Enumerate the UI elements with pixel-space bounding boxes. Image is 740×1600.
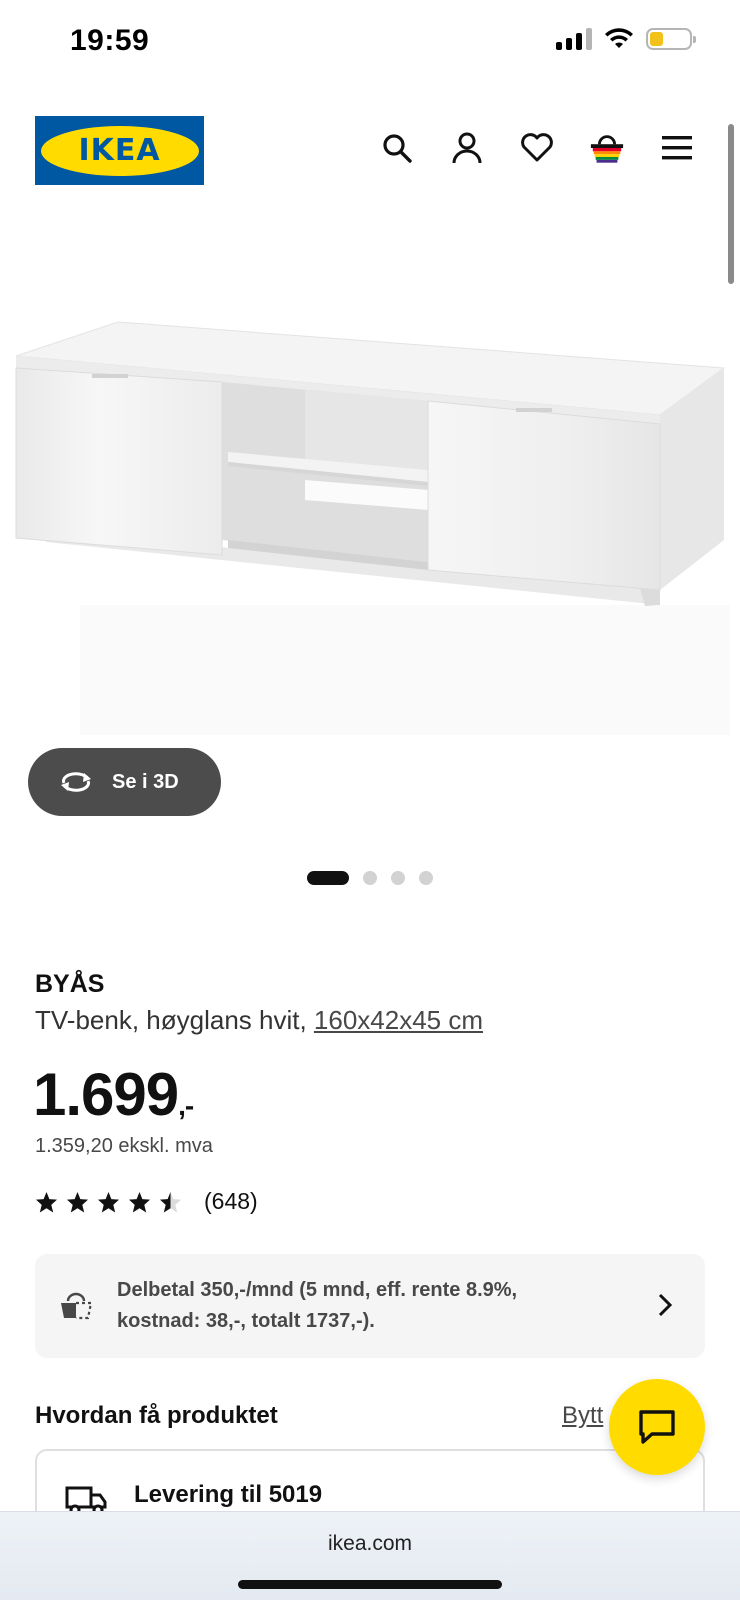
product-name: BYÅS (35, 970, 105, 998)
chat-icon (639, 1410, 675, 1444)
star-icon (66, 1191, 89, 1213)
product-image[interactable] (0, 210, 740, 740)
star-icon (128, 1191, 151, 1213)
product-price: 1.699,- (33, 1060, 194, 1129)
star-icon (35, 1191, 58, 1213)
site-header: IKEA (35, 116, 695, 186)
product-dimensions-link[interactable]: 160x42x45 cm (314, 1005, 483, 1035)
change-location-link[interactable]: Bytt (562, 1402, 603, 1430)
carousel-dot[interactable] (391, 871, 405, 885)
product-description: TV-benk, høyglans hvit, 160x42x45 cm (35, 1005, 483, 1036)
review-count: (648) (204, 1188, 258, 1214)
battery-icon (646, 28, 696, 50)
logo-text: IKEA (78, 133, 161, 168)
browser-address-bar: ikea.com (0, 1511, 740, 1600)
ikea-logo[interactable]: IKEA (35, 116, 204, 185)
chevron-right-icon (658, 1293, 673, 1317)
view-3d-button[interactable]: Se i 3D (28, 748, 221, 816)
carousel-dot[interactable] (307, 871, 349, 885)
product-type: TV-benk, høyglans hvit, (35, 1005, 314, 1035)
chat-button[interactable] (609, 1379, 705, 1475)
carousel-dot[interactable] (419, 871, 433, 885)
view-3d-label: Se i 3D (112, 770, 179, 793)
carousel-dot[interactable] (363, 871, 377, 885)
status-time: 19:59 (70, 24, 150, 57)
delivery-title: Levering til 5019 (134, 1481, 323, 1508)
installment-basket-icon (61, 1292, 93, 1320)
heart-icon[interactable] (519, 130, 555, 166)
status-icons (556, 28, 696, 50)
price-suffix: ,- (178, 1090, 194, 1121)
search-icon[interactable] (379, 130, 415, 166)
delivery-heading: Hvordan få produktet (35, 1402, 278, 1429)
status-bar: 19:59 (0, 0, 740, 84)
star-icon (97, 1191, 120, 1213)
account-icon[interactable] (449, 130, 485, 166)
header-nav (379, 130, 695, 166)
product-rating[interactable]: (648) (35, 1188, 258, 1215)
price-value: 1.699 (33, 1061, 179, 1128)
wifi-icon (605, 28, 633, 48)
menu-icon[interactable] (659, 130, 695, 166)
rating-stars (35, 1191, 182, 1213)
price-ex-vat: 1.359,20 ekskl. mva (35, 1135, 213, 1157)
half-star-icon (159, 1191, 182, 1213)
url-text[interactable]: ikea.com (0, 1532, 740, 1556)
financing-text: Delbetal 350,-/mnd (5 mnd, eff. rente 8.… (117, 1279, 518, 1332)
financing-banner[interactable]: Delbetal 350,-/mnd (5 mnd, eff. rente 8.… (35, 1254, 705, 1358)
home-indicator[interactable] (238, 1580, 502, 1589)
rotate-3d-icon (61, 772, 91, 792)
basket-icon[interactable] (589, 130, 625, 166)
cellular-signal-icon (556, 28, 592, 50)
image-carousel-dots (0, 871, 740, 885)
